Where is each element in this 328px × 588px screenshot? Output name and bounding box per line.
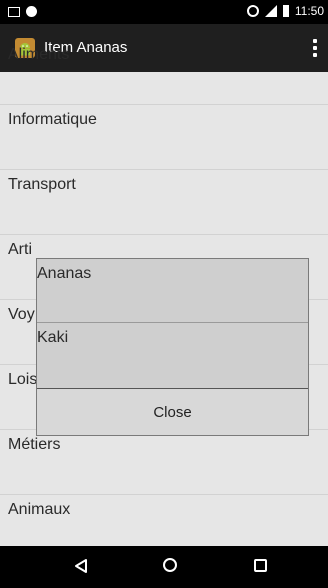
list-item[interactable]: Aliments [0, 40, 328, 105]
back-icon[interactable] [74, 558, 88, 574]
vibrate-icon [246, 5, 259, 17]
close-button[interactable]: Close [37, 389, 308, 435]
navigation-bar [0, 546, 328, 588]
item-dialog: Ananas Kaki Close [36, 258, 309, 436]
list-item[interactable]: Transport [0, 170, 328, 235]
status-bar: 11:50 [0, 0, 328, 24]
list-item[interactable]: Animaux [0, 495, 328, 552]
status-time: 11:50 [294, 4, 324, 18]
status-left [8, 6, 37, 17]
dialog-item[interactable]: Kaki [37, 323, 308, 389]
status-right: 11:50 [246, 4, 324, 18]
battery-icon [282, 5, 289, 17]
dialog-item[interactable]: Ananas [37, 259, 308, 323]
record-dot-icon [26, 6, 37, 17]
signal-icon [264, 5, 277, 17]
recent-apps-icon[interactable] [254, 559, 267, 572]
home-icon[interactable] [163, 558, 177, 572]
list-item[interactable]: Informatique [0, 105, 328, 170]
image-notification-icon [8, 6, 20, 17]
list-item[interactable]: Métiers [0, 430, 328, 495]
